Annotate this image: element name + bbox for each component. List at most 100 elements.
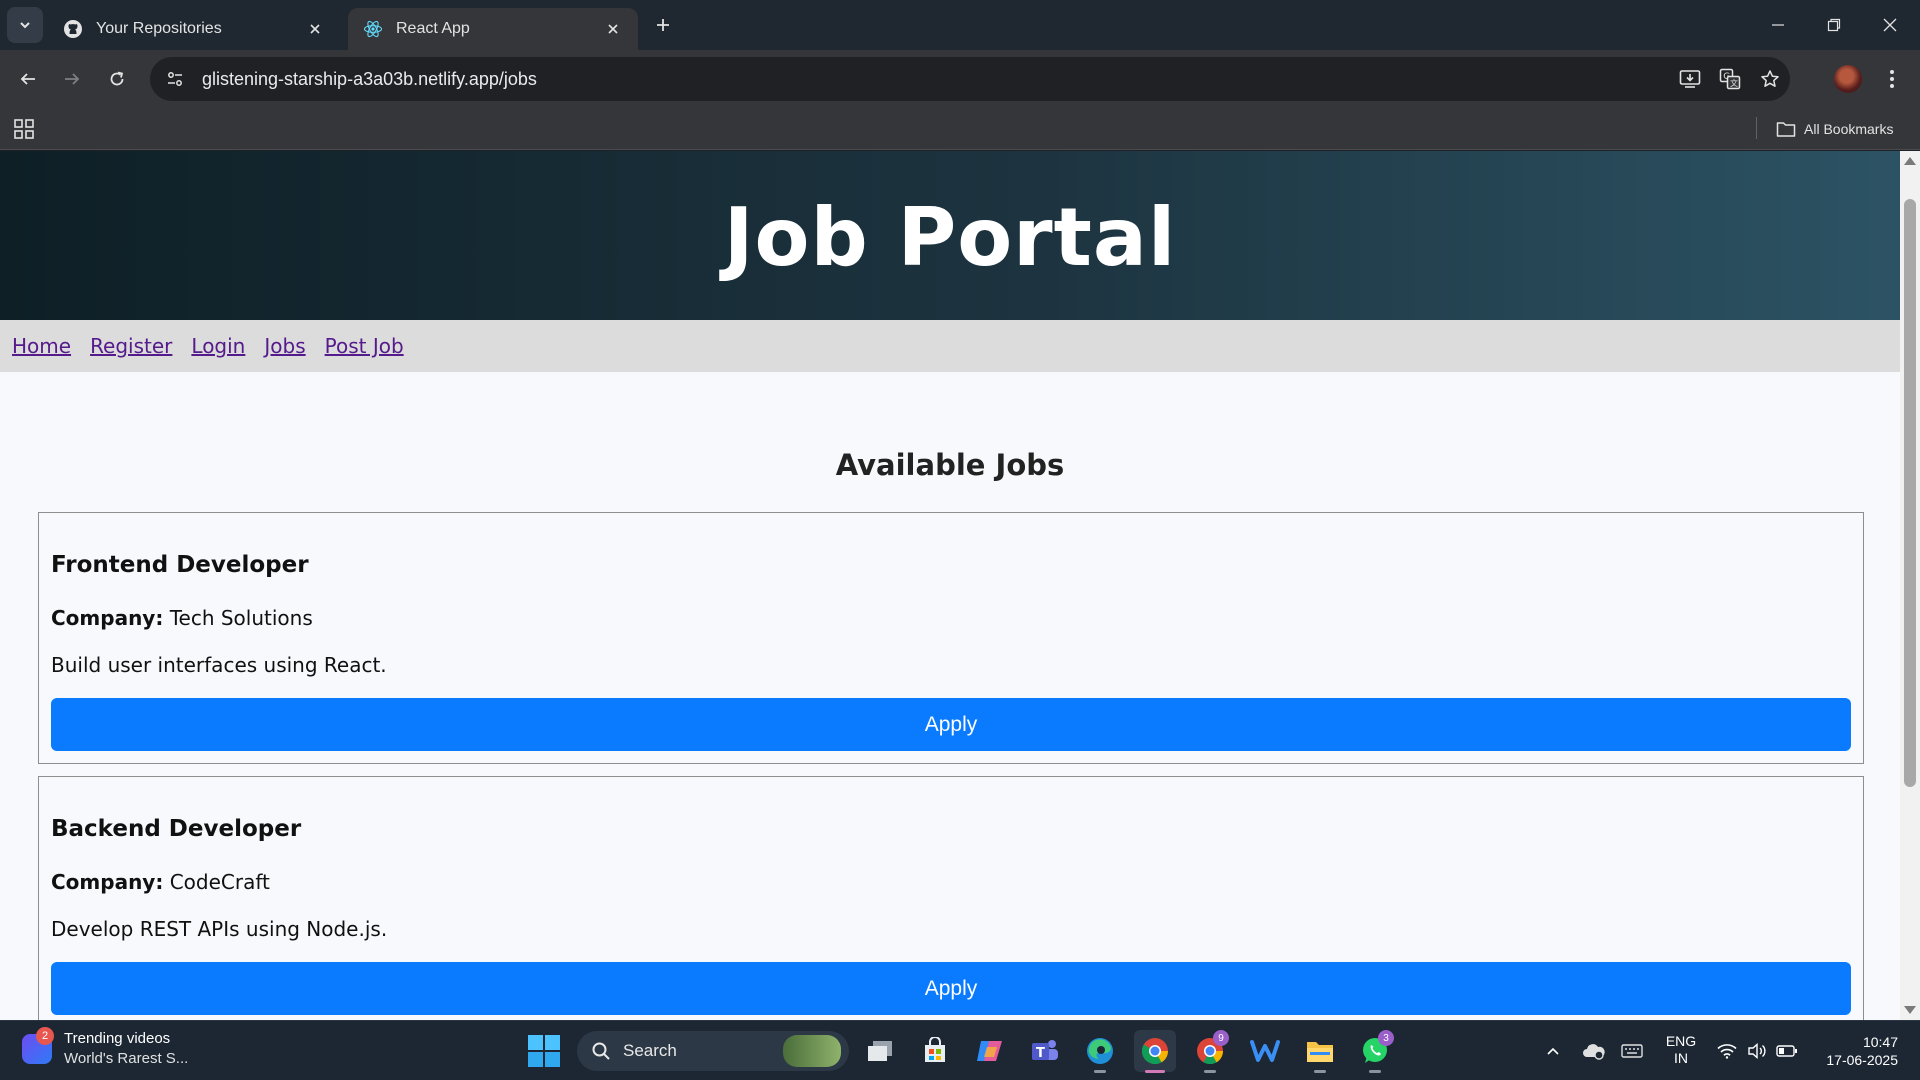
notification-badge: 2 <box>36 1027 54 1045</box>
arrow-right-icon <box>65 73 80 85</box>
site-nav: Home Register Login Jobs Post Job <box>0 320 1900 372</box>
github-icon <box>62 18 84 40</box>
file-explorer-icon[interactable] <box>1299 1030 1341 1073</box>
nav-link-post-job[interactable]: Post Job <box>325 334 404 358</box>
running-indicator <box>1094 1070 1106 1073</box>
microsoft-store-icon[interactable] <box>914 1030 956 1072</box>
address-bar[interactable]: glistening-starship-a3a03b.netlify.app/j… <box>150 57 1790 101</box>
clock-time: 10:47 <box>1862 1034 1898 1050</box>
bookmarks-separator <box>1756 117 1757 139</box>
site-info-icon[interactable] <box>154 58 196 100</box>
tab-title: React App <box>396 20 470 37</box>
job-card: Backend Developer Company: CodeCraft Dev… <box>38 776 1864 1020</box>
windows-start-icon[interactable] <box>527 1034 561 1068</box>
minimize-button[interactable] <box>1750 0 1806 50</box>
browser-menu-button[interactable] <box>1876 63 1908 95</box>
taskbar-search[interactable]: Search <box>577 1031 849 1071</box>
translate-icon[interactable]: G文 <box>1710 59 1750 99</box>
back-button[interactable] <box>12 63 44 95</box>
volume-icon[interactable] <box>1744 1031 1770 1071</box>
chrome-icon[interactable] <box>1134 1030 1176 1073</box>
company-label: Company: <box>51 870 164 894</box>
nav-link-login[interactable]: Login <box>191 334 245 358</box>
whatsapp-icon[interactable]: 3 <box>1354 1030 1396 1073</box>
restore-button[interactable] <box>1806 0 1862 50</box>
url-text[interactable]: glistening-starship-a3a03b.netlify.app/j… <box>202 69 1670 90</box>
site-header: Job Portal <box>0 151 1900 320</box>
keyboard-icon[interactable] <box>1618 1031 1646 1071</box>
page-viewport: Job Portal Home Register Login Jobs Post… <box>0 151 1920 1020</box>
tab-your-repositories[interactable]: Your Repositories <box>48 8 340 50</box>
job-title: Backend Developer <box>51 816 302 842</box>
apps-grid-icon[interactable] <box>12 117 36 141</box>
search-placeholder: Search <box>623 1041 677 1060</box>
job-title: Frontend Developer <box>51 552 309 578</box>
copilot-icon[interactable] <box>969 1030 1011 1072</box>
clock-date: 17-06-2025 <box>1826 1052 1898 1068</box>
widgets-button[interactable]: 2 Trending videos World's Rarest S... <box>22 1027 188 1069</box>
apply-button[interactable]: Apply <box>51 698 1851 751</box>
tab-search-button[interactable] <box>7 7 43 43</box>
teams-icon[interactable]: T <box>1024 1030 1066 1072</box>
close-icon[interactable] <box>304 18 326 40</box>
browser-toolbar: glistening-starship-a3a03b.netlify.app/j… <box>0 50 1920 108</box>
notification-badge: 9 <box>1213 1030 1229 1046</box>
running-indicator <box>1204 1070 1216 1073</box>
bookmarks-bar: All Bookmarks <box>0 108 1920 150</box>
company-name: CodeCraft <box>169 870 270 894</box>
bookmark-star-icon[interactable] <box>1750 59 1790 99</box>
react-icon <box>362 18 384 40</box>
job-description: Build user interfaces using React. <box>51 653 387 677</box>
job-description: Develop REST APIs using Node.js. <box>51 917 388 941</box>
minimize-icon <box>1772 24 1784 26</box>
svg-text:T: T <box>1036 1046 1045 1061</box>
job-company: Company: Tech Solutions <box>51 606 313 630</box>
battery-icon[interactable] <box>1774 1031 1800 1071</box>
windows-taskbar: 2 Trending videos World's Rarest S... Se… <box>0 1020 1920 1080</box>
job-company: Company: CodeCraft <box>51 870 270 894</box>
apply-button[interactable]: Apply <box>51 962 1851 1015</box>
all-bookmarks-label: All Bookmarks <box>1804 121 1894 137</box>
tab-react-app[interactable]: React App <box>348 8 638 50</box>
nav-link-register[interactable]: Register <box>90 334 172 358</box>
new-tab-button[interactable] <box>648 10 678 40</box>
install-app-icon[interactable] <box>1670 59 1710 99</box>
svg-text:文: 文 <box>1730 78 1738 88</box>
scrollbar-thumb[interactable] <box>1904 199 1916 787</box>
show-hidden-icons-chevron-icon[interactable] <box>1540 1031 1566 1071</box>
scroll-up-arrow-icon[interactable] <box>1904 157 1916 165</box>
profile-avatar[interactable] <box>1834 65 1862 93</box>
close-icon[interactable] <box>602 18 624 40</box>
close-icon <box>1883 18 1897 32</box>
section-title: Available Jobs <box>835 448 1065 482</box>
close-window-button[interactable] <box>1862 0 1918 50</box>
site-title: Job Portal <box>723 191 1177 284</box>
running-indicator <box>1369 1070 1381 1073</box>
restore-icon <box>1827 18 1841 32</box>
wifi-icon[interactable] <box>1714 1031 1740 1071</box>
plus-icon <box>657 19 669 31</box>
system-clock[interactable]: 10:47 17-06-2025 <box>1814 1033 1898 1069</box>
task-view-icon[interactable] <box>859 1030 901 1072</box>
arrow-left-icon <box>20 73 35 85</box>
page-scrollbar[interactable] <box>1900 151 1920 1020</box>
search-highlight-image <box>783 1035 841 1067</box>
all-bookmarks-button[interactable]: All Bookmarks <box>1776 116 1893 142</box>
job-card: Frontend Developer Company: Tech Solutio… <box>38 512 1864 764</box>
tab-title: Your Repositories <box>96 20 222 37</box>
scroll-down-arrow-icon[interactable] <box>1904 1006 1916 1014</box>
forward-button[interactable] <box>56 63 88 95</box>
reload-button[interactable] <box>101 63 133 95</box>
reload-icon <box>110 71 124 86</box>
chrome-profile-icon[interactable]: 9 <box>1189 1030 1231 1073</box>
search-icon <box>592 1042 610 1060</box>
webex-icon[interactable] <box>1244 1030 1286 1072</box>
language-indicator[interactable]: ENG IN <box>1664 1033 1698 1067</box>
running-indicator <box>1314 1070 1326 1073</box>
chevron-down-icon <box>20 22 30 29</box>
notification-badge: 3 <box>1378 1030 1394 1046</box>
nav-link-home[interactable]: Home <box>12 334 71 358</box>
edge-icon[interactable] <box>1079 1030 1121 1073</box>
onedrive-icon[interactable] <box>1580 1031 1608 1071</box>
nav-link-jobs[interactable]: Jobs <box>264 334 305 358</box>
